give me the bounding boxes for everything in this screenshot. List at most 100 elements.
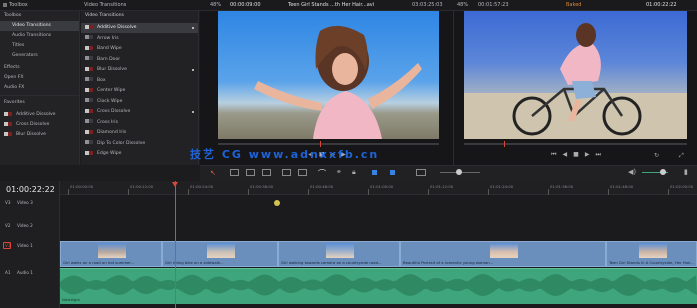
- track-header-a1[interactable]: A1 Audio 1: [0, 266, 60, 279]
- timeline-video-frame: [464, 11, 687, 139]
- fullscreen-icon[interactable]: ⤢: [679, 152, 684, 160]
- loop-icon[interactable]: ↻: [654, 152, 659, 159]
- video-transitions-list: Video Transitions Additive Dissolve Arrow…: [81, 11, 199, 165]
- transition-item[interactable]: Diamond Iris: [81, 128, 198, 138]
- favorite-dot-icon[interactable]: [192, 69, 194, 71]
- watermark: 技艺 CG www.adnxxfb.cn: [190, 148, 380, 161]
- marker-icon[interactable]: [390, 170, 395, 175]
- transition-item[interactable]: Additive Dissolve: [81, 23, 198, 33]
- transition-item[interactable]: Clock Wipe: [81, 97, 198, 107]
- ruler-tick: [608, 189, 609, 195]
- play-icon[interactable]: ▶: [585, 151, 596, 158]
- transition-item-label: Box: [97, 77, 106, 83]
- favorite-item[interactable]: Additive Dissolve: [0, 110, 79, 120]
- ruler-tick: [488, 189, 489, 195]
- zoom-full-icon[interactable]: [416, 169, 426, 176]
- prev-frame-icon[interactable]: ◀: [563, 151, 574, 158]
- transition-item[interactable]: Cross Dissolve: [81, 107, 198, 117]
- track-header-v1[interactable]: V1 Video 1: [0, 239, 60, 252]
- transition-item[interactable]: Barn Door: [81, 55, 198, 65]
- cut-icon[interactable]: ⌒: [318, 168, 326, 179]
- timeline-transport-controls: ⏮◀■▶⏭: [524, 151, 634, 161]
- transition-item[interactable]: Dip To Color Dissolve: [81, 139, 198, 149]
- toolbox-item-audio-transitions[interactable]: Audio Transitions: [0, 31, 79, 41]
- toolbox-item-audiofx[interactable]: Audio FX: [0, 83, 79, 93]
- ruler-label: 01:02:00:00: [670, 184, 694, 189]
- stop-icon[interactable]: ■: [573, 151, 585, 158]
- playhead-handle-icon[interactable]: [172, 182, 178, 187]
- overwrite-clip-icon[interactable]: [298, 169, 307, 176]
- transition-item[interactable]: Edge Wipe: [81, 149, 198, 159]
- video-clip[interactable]: Teen Girl Stands In A Countryside, Her H…: [606, 241, 697, 267]
- toolbox-tab[interactable]: Toolbox: [3, 0, 28, 11]
- favorite-item[interactable]: Blur Dissolve: [0, 130, 79, 140]
- girl-with-hair-image: [254, 25, 422, 139]
- video-clip[interactable]: Girl walking towards camera on a country…: [278, 241, 400, 267]
- ruler-tick: [128, 189, 129, 195]
- video-clip[interactable]: Girl walks on a road on hot summer...: [60, 241, 162, 267]
- toolbox-item-openfx[interactable]: Open FX: [0, 73, 79, 83]
- dynamic-trim-icon[interactable]: [246, 169, 255, 176]
- audio-clip-label: Nostalgia: [62, 297, 80, 302]
- source-viewer[interactable]: ◀■▶▶: [200, 11, 453, 165]
- timeline-scrub-bar[interactable]: [464, 143, 687, 145]
- timeline-ruler[interactable]: 01:00:00:00 01:00:12:00 01:00:24:00 01:00:3…: [60, 181, 697, 195]
- track-header-v2[interactable]: V2 Video 2: [0, 219, 60, 232]
- first-frame-icon[interactable]: ⏮: [551, 151, 562, 158]
- track-header-v3[interactable]: V3 Video 3: [0, 196, 60, 209]
- audio-clip[interactable]: Nostalgia: [60, 268, 697, 304]
- audio-meter-icon[interactable]: ▮: [684, 168, 688, 176]
- volume-slider-knob[interactable]: [660, 169, 666, 175]
- video-clip[interactable]: Beautiful Portrait of a romantic young w…: [400, 241, 606, 267]
- video-clip[interactable]: Girl riding bike on a sidewalk...: [162, 241, 278, 267]
- transition-item[interactable]: Band Wipe: [81, 44, 198, 54]
- selection-pointer-icon[interactable]: ↖: [210, 169, 216, 177]
- timeline-name[interactable]: Baked: [566, 0, 581, 11]
- insert-clip-icon[interactable]: [282, 169, 291, 176]
- favorite-dot-icon[interactable]: [192, 111, 194, 113]
- blade-icon[interactable]: [262, 169, 271, 176]
- volume-icon[interactable]: ◀): [628, 168, 636, 176]
- ruler-label: 01:01:00:00: [370, 184, 394, 189]
- source-scrub-bar[interactable]: [218, 143, 439, 145]
- toolbox-item-generators[interactable]: Generators: [0, 51, 79, 61]
- ruler-label: 01:00:12:00: [130, 184, 154, 189]
- transition-item[interactable]: Cross Iris: [81, 118, 198, 128]
- toolbox-item-effects[interactable]: Effects: [0, 63, 79, 73]
- toolbox-item-label: Audio FX: [4, 85, 25, 90]
- favorite-item[interactable]: Cross Dissolve: [0, 120, 79, 130]
- transition-item-label: Dip To Color Dissolve: [97, 140, 146, 146]
- timeline-playhead[interactable]: [175, 181, 176, 308]
- resolve-edit-page: Toolbox Video Transitions 48% 00:00:09:0…: [0, 0, 697, 308]
- transition-item[interactable]: Blur Dissolve: [81, 65, 198, 75]
- track-name: Video 2: [17, 223, 33, 228]
- edit-toolbar: ↖ ⌒ ⚭ 🔒︎ ◀) ▮: [200, 165, 697, 181]
- ruler-label: 01:00:36:00: [250, 184, 274, 189]
- transition-item[interactable]: Center Wipe: [81, 86, 198, 96]
- left-viewer-zoom[interactable]: 48%: [210, 0, 221, 11]
- track-id: A1: [5, 270, 11, 275]
- transition-item[interactable]: Arrow Iris: [81, 34, 198, 44]
- ruler-tick: [668, 189, 669, 195]
- toolbox-item-toolbox[interactable]: Toolbox: [0, 11, 79, 21]
- zoom-slider-knob[interactable]: [456, 169, 462, 175]
- toolbox-item-titles[interactable]: Titles: [0, 41, 79, 51]
- trim-icon[interactable]: [230, 169, 239, 176]
- last-frame-icon[interactable]: ⏭: [595, 151, 606, 158]
- ruler-label: 01:00:24:00: [190, 184, 214, 189]
- top-bar: Toolbox Video Transitions 48% 00:00:09:0…: [0, 0, 697, 11]
- timeline-viewer[interactable]: ⏮◀■▶⏭ ↻ ⤢: [453, 11, 697, 165]
- transition-item[interactable]: Box: [81, 76, 198, 86]
- transition-icon: [85, 108, 93, 113]
- favorites-header: Favorites: [4, 100, 25, 105]
- flag-icon[interactable]: [372, 170, 377, 175]
- toolbox-item-label: Toolbox: [4, 13, 22, 18]
- toolbox-item-video-transitions[interactable]: Video Transitions: [0, 21, 79, 31]
- favorite-dot-icon[interactable]: [192, 27, 194, 29]
- transition-icon: [85, 35, 93, 39]
- right-viewer-zoom[interactable]: 48%: [457, 0, 468, 11]
- link-icon[interactable]: ⚭: [336, 168, 342, 176]
- lock-icon[interactable]: 🔒︎: [352, 168, 356, 177]
- ruler-label: 01:01:48:00: [610, 184, 634, 189]
- timeline-viewer-playhead[interactable]: [504, 141, 505, 147]
